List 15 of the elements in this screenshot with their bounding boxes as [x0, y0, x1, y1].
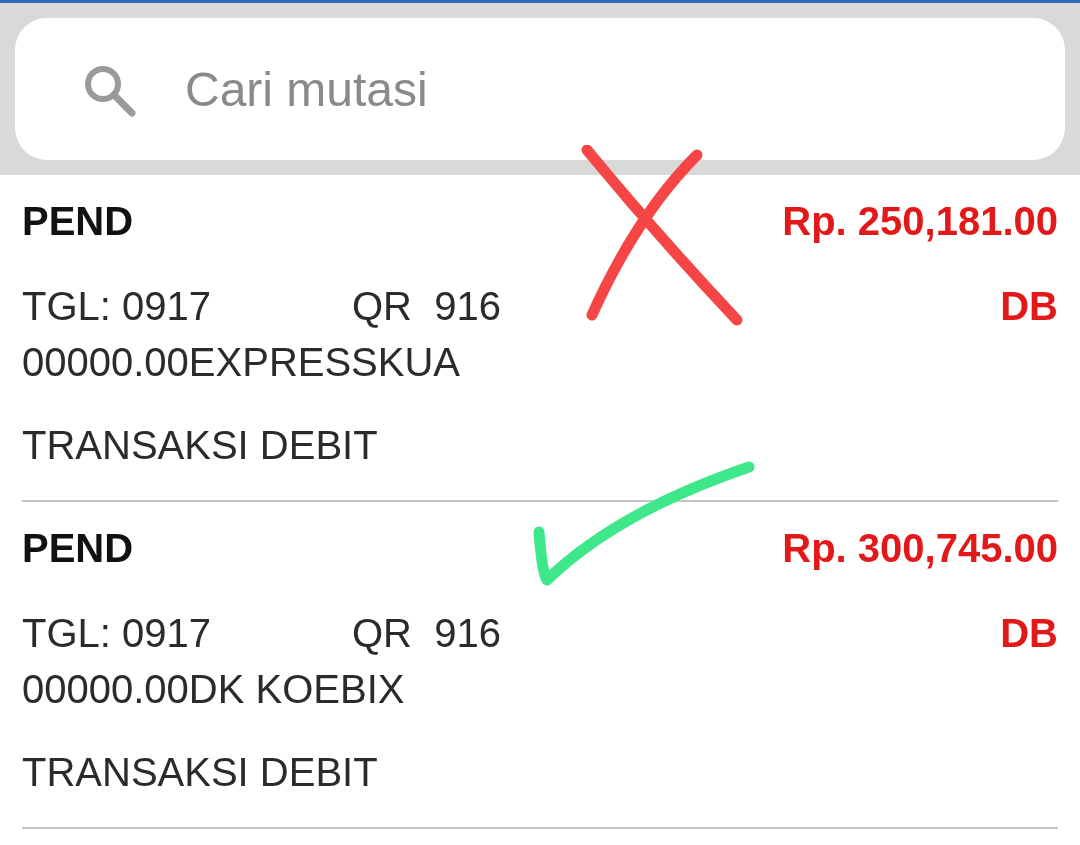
transaction-description: TRANSAKSI DEBIT [22, 749, 378, 795]
transaction-type: DB [1000, 283, 1058, 329]
transaction-status: PEND [22, 525, 134, 571]
transaction-reference: QR 916 [352, 610, 501, 656]
transaction-date: TGL: 0917 [22, 610, 212, 656]
transaction-type: DB [1000, 610, 1058, 656]
transaction-amount: Rp. 250,181.00 [782, 198, 1058, 244]
transaction-description: TRANSAKSI DEBIT [22, 422, 378, 468]
transaction-detail: 00000.00EXPRESSKUA [22, 339, 461, 385]
transaction-detail: 00000.00DK KOEBIX [22, 666, 405, 712]
transaction-amount: Rp. 300,745.00 [782, 525, 1058, 571]
transaction-status: PEND [22, 198, 134, 244]
transaction-reference: QR 916 [352, 283, 501, 329]
transaction-date: TGL: 0917 [22, 283, 212, 329]
search-field[interactable]: Cari mutasi [15, 18, 1065, 160]
